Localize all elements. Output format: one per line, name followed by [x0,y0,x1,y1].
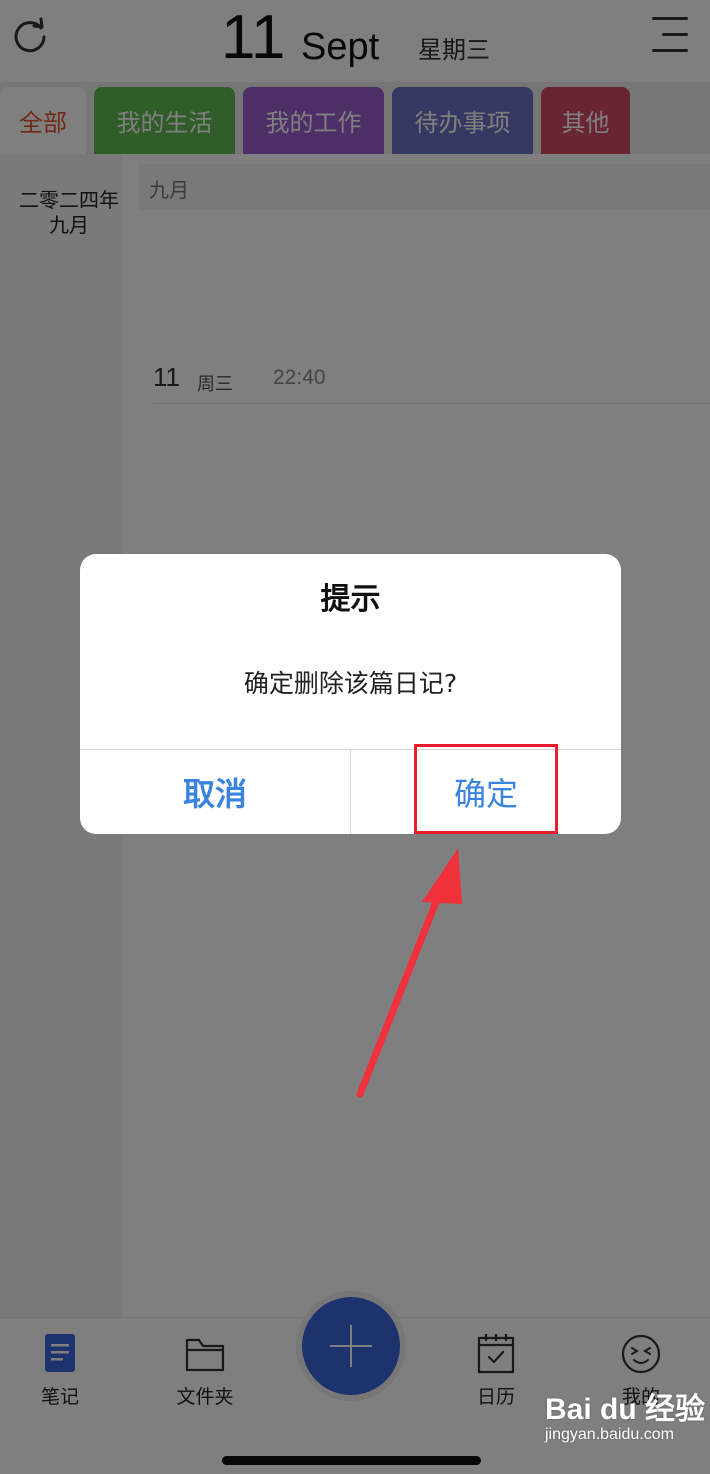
baidu-jingyan-watermark: Bai du 经验 jingyan.baidu.com [545,1380,705,1460]
watermark-url: jingyan.baidu.com [545,1426,674,1443]
highlight-box [414,744,558,834]
watermark-logo: Bai du 经验 [545,1393,706,1426]
dialog-title: 提示 [320,582,381,617]
pointer-arrow-icon [356,848,462,1098]
dialog-message: 确定删除该篇日记? [243,669,458,698]
cancel-button[interactable]: 取消 [80,750,350,834]
